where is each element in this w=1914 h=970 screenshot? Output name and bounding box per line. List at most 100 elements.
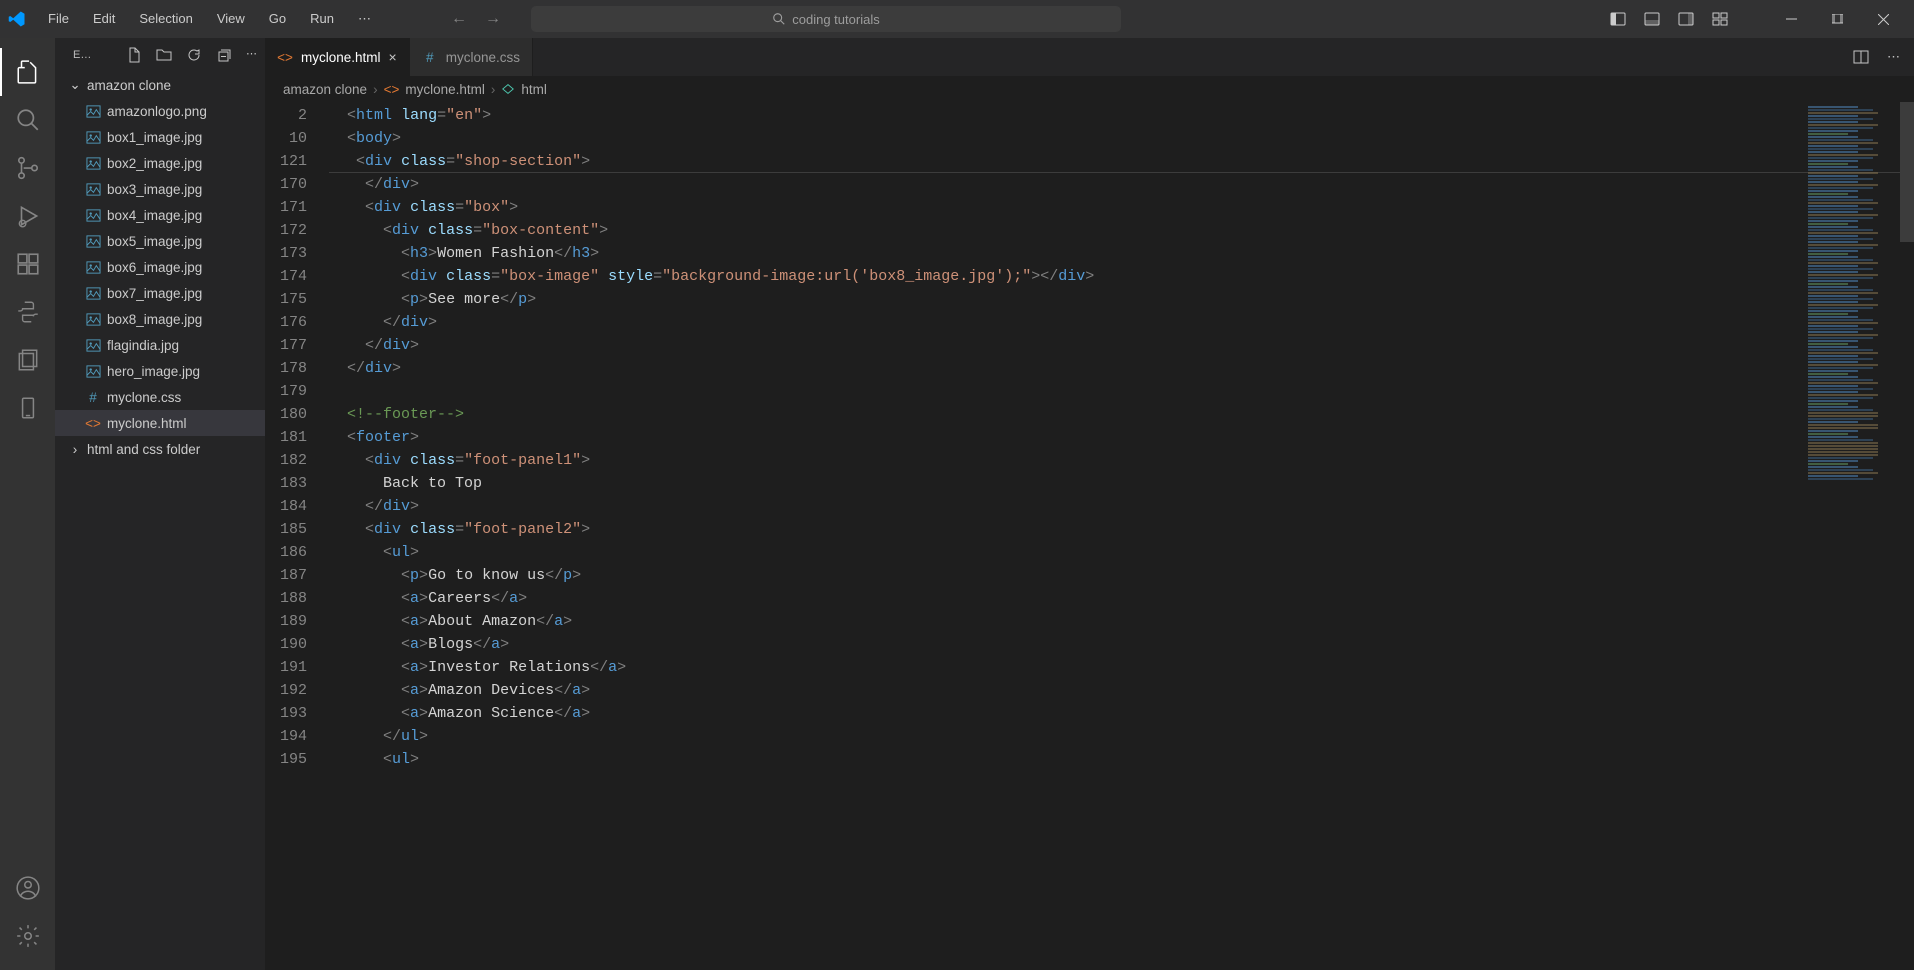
menu-file[interactable]: File — [38, 7, 79, 31]
image-file-icon — [85, 364, 101, 379]
menu-edit[interactable]: Edit — [83, 7, 125, 31]
file-name: flagindia.jpg — [107, 338, 179, 353]
image-file-icon — [85, 182, 101, 197]
activity-bar — [0, 38, 55, 970]
split-editor-icon[interactable] — [1853, 49, 1869, 65]
file-item[interactable]: box1_image.jpg — [55, 124, 265, 150]
close-button[interactable] — [1860, 0, 1906, 38]
refresh-icon[interactable] — [186, 47, 202, 63]
activity-files-icon[interactable] — [0, 336, 55, 384]
activity-python-icon[interactable] — [0, 288, 55, 336]
folder-label: html and css folder — [87, 442, 200, 457]
toggle-sidebar-right-icon[interactable] — [1678, 11, 1694, 27]
editor-area: <> myclone.html × # myclone.css ⋯ amazon… — [265, 38, 1914, 970]
more-editor-actions-icon[interactable]: ⋯ — [1887, 49, 1900, 65]
code-editor[interactable]: <html lang="en"> <body> <div class="shop… — [329, 102, 1914, 970]
tab-myclone-css[interactable]: # myclone.css — [410, 38, 533, 76]
file-name: box2_image.jpg — [107, 156, 202, 171]
command-center[interactable]: coding tutorials — [531, 6, 1121, 32]
file-item[interactable]: box3_image.jpg — [55, 176, 265, 202]
breadcrumb-part[interactable]: amazon clone — [283, 82, 367, 97]
file-item[interactable]: box7_image.jpg — [55, 280, 265, 306]
chevron-right-icon: › — [491, 82, 496, 97]
image-file-icon — [85, 312, 101, 327]
breadcrumb-part[interactable]: html — [521, 82, 547, 97]
file-item[interactable]: box5_image.jpg — [55, 228, 265, 254]
line-number-gutter: 2101211701711721731741751761771781791801… — [265, 102, 329, 970]
file-item[interactable]: # myclone.css — [55, 384, 265, 410]
tab-myclone-html[interactable]: <> myclone.html × — [265, 38, 410, 76]
image-file-icon — [85, 286, 101, 301]
file-name: box4_image.jpg — [107, 208, 202, 223]
image-file-icon — [85, 234, 101, 249]
tab-close-icon[interactable]: × — [389, 49, 397, 65]
scrollbar-thumb[interactable] — [1900, 102, 1914, 242]
file-item[interactable]: amazonlogo.png — [55, 98, 265, 124]
file-item[interactable]: hero_image.jpg — [55, 358, 265, 384]
image-file-icon — [85, 130, 101, 145]
minimap[interactable] — [1800, 102, 1900, 970]
activity-search-icon[interactable] — [0, 96, 55, 144]
collapse-all-icon[interactable] — [216, 47, 232, 63]
file-item[interactable]: box2_image.jpg — [55, 150, 265, 176]
activity-device-icon[interactable] — [0, 384, 55, 432]
menu-run[interactable]: Run — [300, 7, 344, 31]
file-item[interactable]: box4_image.jpg — [55, 202, 265, 228]
window-controls — [1768, 0, 1906, 38]
chevron-down-icon: ⌄ — [69, 77, 81, 93]
new-folder-icon[interactable] — [156, 47, 172, 63]
file-name: box8_image.jpg — [107, 312, 202, 327]
image-file-icon — [85, 104, 101, 119]
folder-html-css[interactable]: › html and css folder — [55, 436, 265, 462]
chevron-right-icon: › — [69, 442, 81, 457]
file-name: myclone.css — [107, 390, 181, 405]
maximize-button[interactable] — [1814, 0, 1860, 38]
menu-more-icon[interactable]: ⋯ — [348, 7, 381, 31]
vertical-scrollbar[interactable] — [1900, 102, 1914, 970]
activity-accounts-icon[interactable] — [0, 864, 55, 912]
nav-back-icon[interactable]: ← — [451, 10, 467, 28]
editor-tabs: <> myclone.html × # myclone.css ⋯ — [265, 38, 1914, 76]
toggle-panel-icon[interactable] — [1644, 11, 1660, 27]
html-file-icon: <> — [85, 416, 101, 431]
explorer-header: E… ⋯ — [55, 38, 265, 72]
breadcrumb[interactable]: amazon clone › <> myclone.html › html — [265, 76, 1914, 102]
activity-extensions-icon[interactable] — [0, 240, 55, 288]
file-name: box5_image.jpg — [107, 234, 202, 249]
image-file-icon — [85, 338, 101, 353]
breadcrumb-part[interactable]: myclone.html — [405, 82, 485, 97]
search-icon — [772, 12, 786, 26]
nav-forward-icon[interactable]: → — [485, 10, 501, 28]
file-name: hero_image.jpg — [107, 364, 200, 379]
file-item[interactable]: box8_image.jpg — [55, 306, 265, 332]
more-actions-icon[interactable]: ⋯ — [246, 47, 257, 63]
menu-go[interactable]: Go — [259, 7, 296, 31]
activity-explorer-icon[interactable] — [0, 48, 55, 96]
activity-run-debug-icon[interactable] — [0, 192, 55, 240]
activity-settings-icon[interactable] — [0, 912, 55, 960]
minimize-button[interactable] — [1768, 0, 1814, 38]
html-file-icon: <> — [384, 82, 400, 97]
activity-source-control-icon[interactable] — [0, 144, 55, 192]
css-file-icon: # — [85, 390, 101, 405]
customize-layout-icon[interactable] — [1712, 11, 1728, 27]
menu-view[interactable]: View — [207, 7, 255, 31]
layout-controls — [1610, 11, 1728, 27]
toggle-sidebar-left-icon[interactable] — [1610, 11, 1626, 27]
image-file-icon — [85, 156, 101, 171]
explorer-sidebar: E… ⋯ ⌄ amazon clone amazonlogo.png box1_i… — [55, 38, 265, 970]
file-item[interactable]: flagindia.jpg — [55, 332, 265, 358]
title-bar: File Edit Selection View Go Run ⋯ ← → co… — [0, 0, 1914, 38]
file-item[interactable]: box6_image.jpg — [55, 254, 265, 280]
file-tree: ⌄ amazon clone amazonlogo.png box1_image.… — [55, 72, 265, 462]
menu-selection[interactable]: Selection — [129, 7, 202, 31]
symbol-icon — [501, 82, 515, 96]
menu-bar: File Edit Selection View Go Run ⋯ — [38, 7, 381, 31]
search-placeholder: coding tutorials — [792, 12, 879, 27]
file-item[interactable]: <>myclone.html — [55, 410, 265, 436]
chevron-right-icon: › — [373, 82, 378, 97]
file-name: box3_image.jpg — [107, 182, 202, 197]
new-file-icon[interactable] — [126, 47, 142, 63]
folder-root[interactable]: ⌄ amazon clone — [55, 72, 265, 98]
file-name: amazonlogo.png — [107, 104, 207, 119]
